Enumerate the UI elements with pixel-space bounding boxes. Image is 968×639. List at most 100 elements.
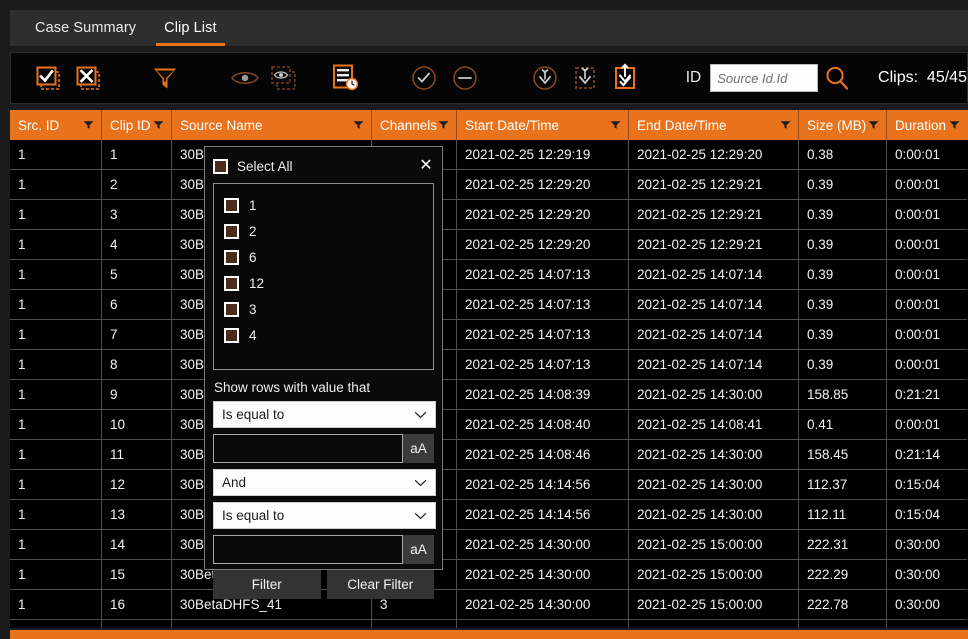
select-all-row[interactable]: Select All ✕ [213,155,434,177]
filter-option[interactable]: 4 [224,322,433,348]
cell-clip_id: 5 [102,260,172,290]
show-rows-label: Show rows with value that [214,380,371,395]
operator-1-select[interactable]: Is equal to [213,401,436,428]
cell-size: 0.39 [799,320,887,350]
tab-clip-list[interactable]: Clip List [150,10,230,46]
cell-clip_id: 12 [102,470,172,500]
table-row[interactable]: 1530BetaDHFS_412021-02-25 14:07:132021-0… [10,260,968,290]
cell-clip_id: 14 [102,530,172,560]
filter-option-checkbox[interactable] [224,327,239,343]
table-row[interactable]: 1 16 30BetaDHFS_41 3 2021-02-25 14:30:00 2021… [10,590,968,620]
table-row[interactable]: 11330BetaDHFS_412021-02-25 14:14:562021-… [10,500,968,530]
cell-empty [172,620,372,628]
grid-header-src_id[interactable]: Src. ID [10,110,102,140]
case-sensitive-2-button[interactable]: aA [403,535,434,564]
search-button[interactable] [818,58,856,98]
value-2-input[interactable] [213,535,403,564]
clear-filter-button[interactable]: Clear Filter [326,570,434,599]
grid-header-source_name[interactable]: Source Name [172,110,372,140]
cell-src_id: 1 [10,290,102,320]
column-filter-icon[interactable] [868,121,879,130]
table-row[interactable]: 1630BetaDHFS_412021-02-25 14:07:132021-0… [10,290,968,320]
mark-button[interactable] [407,59,441,97]
preview-multiple-button[interactable] [268,59,302,97]
cell-duration: 0:21:14 [887,440,967,470]
cell-size: 0.39 [799,230,887,260]
case-sensitive-1-button[interactable]: aA [403,434,434,463]
chevron-down-icon [414,411,427,418]
filter-option-checkbox[interactable] [224,301,239,317]
cell-clip_id: 2 [102,170,172,200]
filter-options-list[interactable]: 1 2 6 12 3 4 [213,183,434,370]
filter-option-checkbox[interactable] [224,197,239,213]
filter-button[interactable] [148,59,182,97]
column-filter-icon[interactable] [949,121,960,130]
filter-option[interactable]: 6 [224,244,433,270]
table-row[interactable]: 11230BetaDHFS_412021-02-25 14:14:562021-… [10,470,968,500]
filter-option-checkbox[interactable] [224,249,239,265]
deselect-all-button[interactable] [73,59,107,97]
grid-header-label: Source Name [180,117,263,133]
tab-case-summary[interactable]: Case Summary [21,10,150,46]
preview-button[interactable] [228,59,262,97]
horizontal-scrollbar[interactable] [10,630,968,639]
cell-src_id: 1 [10,260,102,290]
cell-end: 2021-02-25 12:29:20 [629,140,799,170]
filter-option[interactable]: 3 [224,296,433,322]
grid-header-end[interactable]: End Date/Time [629,110,799,140]
value-1-input[interactable] [213,434,403,463]
table-row[interactable]: 1130BetaDHFS_412021-02-25 12:29:192021-0… [10,140,968,170]
table-row[interactable]: 11130BetaDHFS_412021-02-25 14:08:462021-… [10,440,968,470]
download-button[interactable] [527,59,561,97]
deselect-all-icon [76,66,101,90]
cell-duration: 0:00:01 [887,140,967,170]
table-row[interactable]: 1330BetaDHFS_412021-02-25 12:29:202021-0… [10,200,968,230]
close-icon[interactable]: ✕ [418,158,434,174]
apply-filter-button[interactable]: Filter [213,570,321,599]
table-row[interactable]: 1930BetaDHFS_412021-02-25 14:08:392021-0… [10,380,968,410]
cell-size: 222.78 [799,590,887,620]
source-id-input[interactable] [710,64,819,92]
table-row[interactable]: 11530BetaDHFS_4122021-02-25 14:30:002021… [10,560,968,590]
export-button[interactable] [568,59,602,97]
cell-duration: 0:00:01 [887,350,967,380]
column-filter-icon[interactable] [610,121,621,130]
filter-option-checkbox[interactable] [224,275,239,291]
operator-2-select[interactable]: Is equal to [213,502,436,529]
table-row[interactable]: 1230BetaDHFS_412021-02-25 12:29:202021-0… [10,170,968,200]
grid-header-clip_id[interactable]: Clip ID [102,110,172,140]
column-filter-icon[interactable] [780,121,791,130]
grid-header-start[interactable]: Start Date/Time [457,110,629,140]
filter-option-checkbox[interactable] [224,223,239,239]
column-filter-icon[interactable] [438,121,449,130]
export-checked-button[interactable] [608,59,642,97]
select-all-checkbox[interactable] [213,158,228,174]
cell-duration: 0:30:00 [887,590,967,620]
filter-option[interactable]: 2 [224,218,433,244]
grid-header-label: Src. ID [18,117,60,133]
grid-header-size[interactable]: Size (MB) [799,110,887,140]
cell-end: 2021-02-25 14:30:00 [629,440,799,470]
grid-header-duration[interactable]: Duration [887,110,967,140]
cell-end: 2021-02-25 14:08:41 [629,410,799,440]
table-row[interactable]: 1830BetaDHFS_412021-02-25 14:07:132021-0… [10,350,968,380]
column-filter-icon[interactable] [353,121,364,130]
table-row[interactable]: 11030BetaDHFS_412021-02-25 14:08:402021-… [10,410,968,440]
cell-empty [887,620,967,628]
conjunction-select[interactable]: And [213,469,436,496]
unmark-button[interactable] [448,59,482,97]
cell-clip_id: 7 [102,320,172,350]
select-all-button[interactable] [33,59,67,97]
filter-option[interactable]: 12 [224,270,433,296]
download-circle-icon [532,66,557,90]
column-filter-icon[interactable] [83,121,94,130]
horizontal-scrollbar-thumb[interactable] [10,630,968,639]
filter-option[interactable]: 1 [224,192,433,218]
table-row[interactable]: 11430BetaDHFS_412021-02-25 14:30:002021-… [10,530,968,560]
column-filter-icon[interactable] [153,121,164,130]
cell-src_id: 1 [10,440,102,470]
table-row[interactable]: 1730BetaDHFS_412021-02-25 14:07:132021-0… [10,320,968,350]
grid-header-channels[interactable]: Channels [372,110,457,140]
table-row[interactable]: 1430BetaDHFS_412021-02-25 12:29:202021-0… [10,230,968,260]
report-button[interactable] [327,59,361,97]
